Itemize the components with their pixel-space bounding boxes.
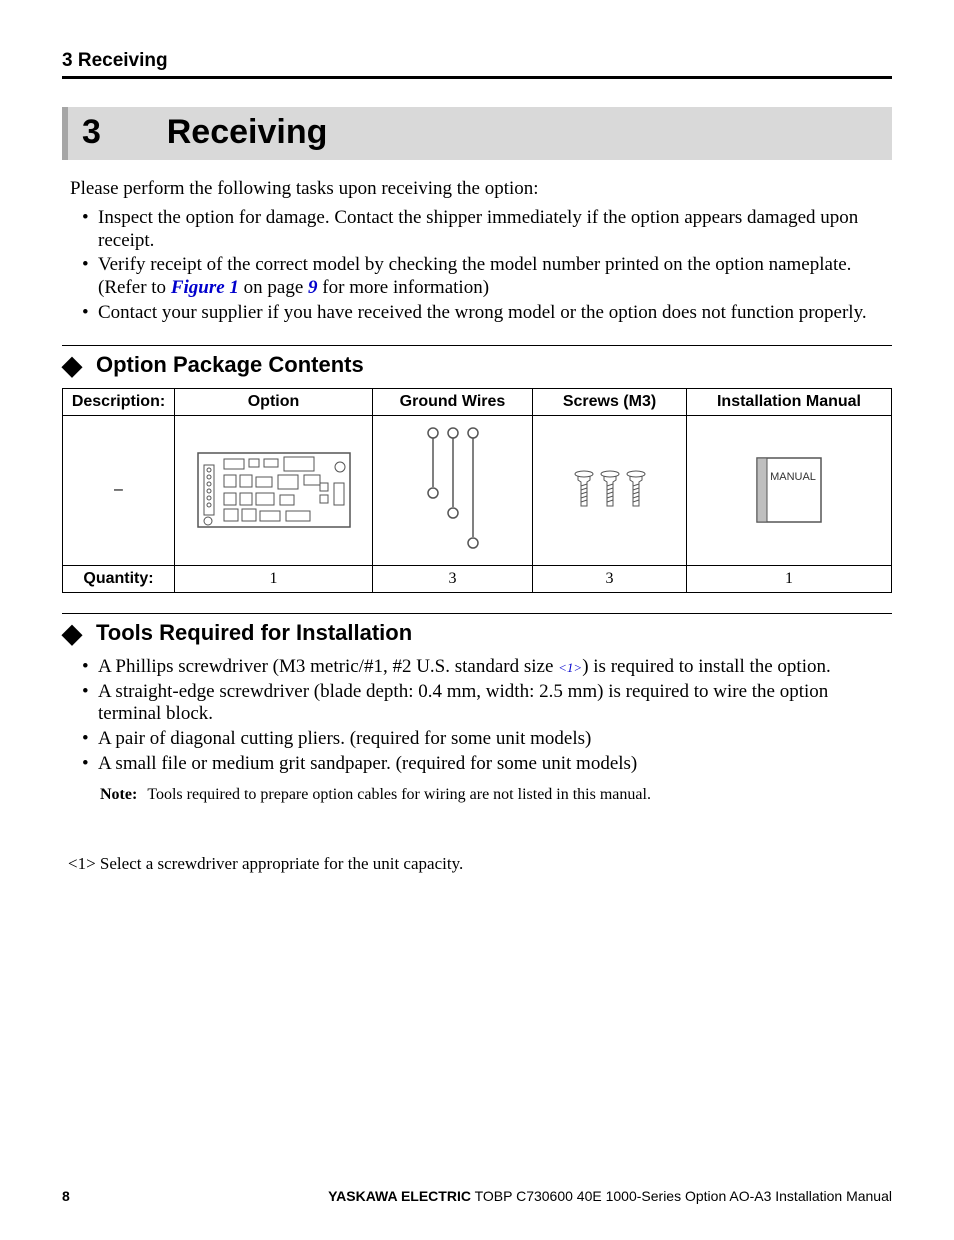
list-item: A small file or medium grit sandpaper. (…	[82, 753, 892, 776]
header-ground-wires: Ground Wires	[373, 388, 533, 415]
text: A Phillips screwdriver (M3 metric/#1, #2…	[98, 656, 558, 677]
text: ) is required to install the option.	[582, 656, 831, 677]
footer-doc: YASKAWA ELECTRIC TOBP C730600 40E 1000-S…	[328, 1188, 892, 1204]
qty-manual: 1	[687, 565, 892, 592]
svg-text:MANUAL: MANUAL	[770, 471, 816, 483]
package-contents-table: Description: Option Ground Wires Screws …	[62, 388, 892, 593]
note-label: Note:	[100, 786, 137, 803]
diamond-icon: ◆	[62, 352, 82, 378]
note: Note: Tools required to prepare option ca…	[100, 786, 892, 804]
text: for more information)	[318, 277, 489, 298]
list-item: A straight-edge screwdriver (blade depth…	[82, 681, 892, 727]
tools-bullets: A Phillips screwdriver (M3 metric/#1, #2…	[82, 656, 892, 776]
section-heading-package: ◆ Option Package Contents	[62, 352, 892, 378]
footnote: <1> Select a screwdriver appropriate for…	[68, 854, 892, 874]
list-item: A Phillips screwdriver (M3 metric/#1, #2…	[82, 656, 892, 679]
intro-paragraph: Please perform the following tasks upon …	[70, 178, 892, 201]
page-footer: 8 YASKAWA ELECTRIC TOBP C730600 40E 1000…	[62, 1188, 892, 1204]
qty-screws: 3	[533, 565, 687, 592]
section-title: Option Package Contents	[96, 352, 364, 378]
list-item: Inspect the option for damage. Contact t…	[82, 207, 892, 253]
qty-ground: 3	[373, 565, 533, 592]
table-image-row: –	[63, 415, 892, 565]
page-link[interactable]: 9	[308, 277, 318, 298]
manual-icon: MANUAL	[739, 450, 839, 530]
cell-option-image	[175, 415, 373, 565]
table-quantity-row: Quantity: 1 3 3 1	[63, 565, 892, 592]
header-option: Option	[175, 388, 373, 415]
cell-manual-image: MANUAL	[687, 415, 892, 565]
chapter-heading: 3 Receiving	[62, 107, 892, 160]
ground-wires-icon	[418, 425, 488, 555]
qty-option: 1	[175, 565, 373, 592]
chapter-title: Receiving	[167, 113, 328, 151]
footer-title: TOBP C730600 40E 1000-Series Option AO-A…	[471, 1188, 892, 1204]
list-item: Contact your supplier if you have receiv…	[82, 302, 892, 325]
note-text: Tools required to prepare option cables …	[147, 786, 651, 803]
header-screws: Screws (M3)	[533, 388, 687, 415]
diamond-icon: ◆	[62, 620, 82, 646]
section-rule	[62, 345, 892, 346]
figure-link[interactable]: Figure 1	[171, 277, 239, 298]
chapter-number: 3	[82, 113, 162, 152]
list-item: A pair of diagonal cutting pliers. (requ…	[82, 728, 892, 751]
circuit-board-icon	[194, 445, 354, 535]
table-header-row: Description: Option Ground Wires Screws …	[63, 388, 892, 415]
footer-company: YASKAWA ELECTRIC	[328, 1188, 471, 1204]
cell-screws-image	[533, 415, 687, 565]
page-number: 8	[62, 1188, 70, 1204]
text: on page	[239, 277, 308, 298]
section-title: Tools Required for Installation	[96, 620, 412, 646]
list-item: Verify receipt of the correct model by c…	[82, 254, 892, 300]
cell-dash: –	[63, 415, 175, 565]
footnote-ref: <1>	[558, 660, 582, 675]
section-rule	[62, 613, 892, 614]
quantity-label: Quantity:	[63, 565, 175, 592]
cell-ground-wires-image	[373, 415, 533, 565]
screws-icon	[565, 465, 655, 515]
header-manual: Installation Manual	[687, 388, 892, 415]
receiving-bullets: Inspect the option for damage. Contact t…	[82, 207, 892, 325]
header-description: Description:	[63, 388, 175, 415]
running-header: 3 Receiving	[62, 50, 892, 79]
section-heading-tools: ◆ Tools Required for Installation	[62, 620, 892, 646]
